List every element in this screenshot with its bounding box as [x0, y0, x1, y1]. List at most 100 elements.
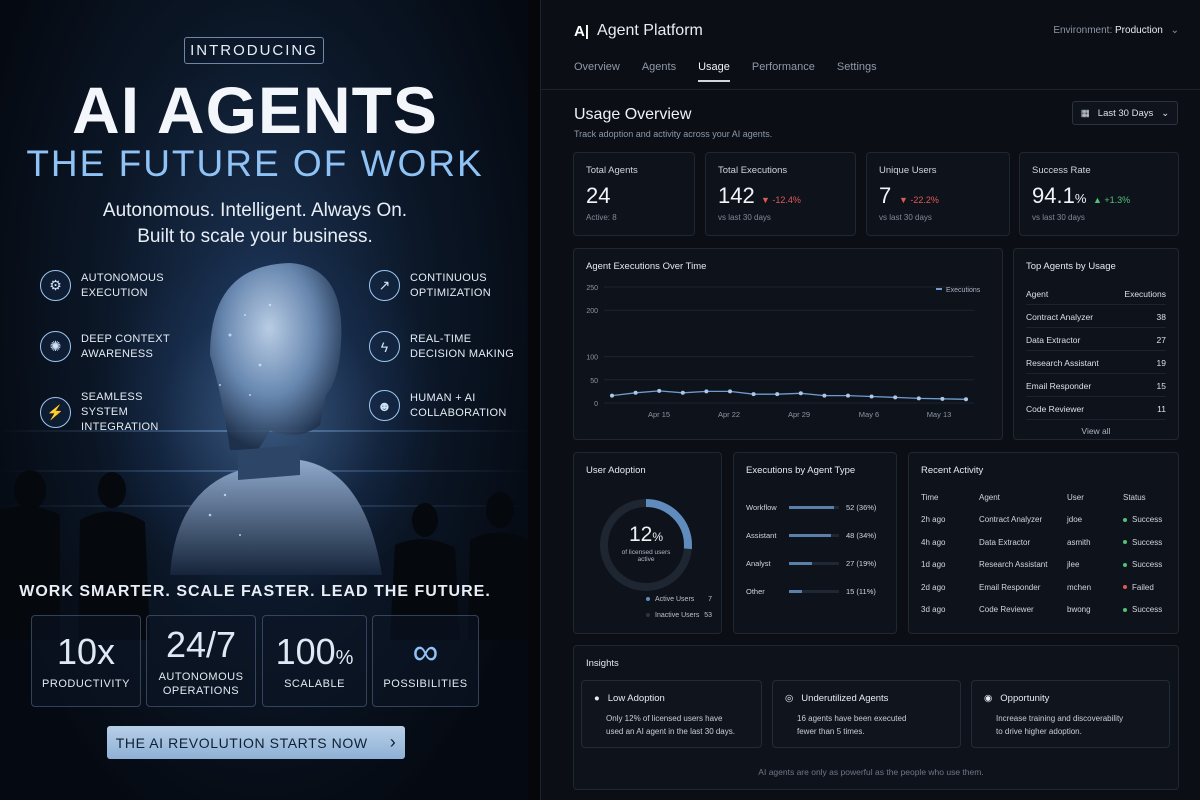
data-point — [610, 393, 614, 398]
card-title: Insights — [586, 658, 619, 669]
legend-swatch — [646, 597, 650, 602]
kpi-unit: % — [1074, 191, 1087, 206]
tagline-line-1: Autonomous. Intelligent. Always On. — [102, 200, 408, 221]
table-row[interactable]: Contract Analyzer 38 — [1026, 312, 1166, 328]
type-name: Workflow — [746, 503, 777, 512]
stat-label: SCALABLE — [284, 678, 345, 690]
plug-icon: ⚡ — [40, 397, 71, 428]
tab-overview[interactable]: Overview — [574, 61, 620, 82]
adoption-caption: active — [637, 556, 655, 563]
data-point — [680, 390, 685, 395]
feature-label: REAL-TIME — [410, 332, 472, 345]
status-dot-icon — [1123, 540, 1127, 545]
app-title: Agent Platform — [597, 22, 703, 39]
screenshot-root: INTRODUCING AI AGENTS THE FUTURE OF WORK… — [0, 0, 1200, 800]
y-tick-label: 0 — [594, 401, 598, 408]
agent-name: Email Responder — [1026, 381, 1092, 391]
stat-scalable: 100% SCALABLE — [262, 615, 367, 707]
x-tick-label: May 13 — [927, 410, 952, 419]
stat-label: AUTONOMOUS — [158, 671, 244, 683]
activity-row[interactable]: 4h ago Data Extractor asmith Success — [921, 538, 1166, 552]
feature-label: AUTONOMOUS — [81, 271, 164, 284]
chevron-down-icon: ⌄ — [1170, 25, 1179, 36]
feature-label: INTEGRATION — [81, 421, 159, 433]
intro-badge: INTRODUCING — [184, 37, 324, 64]
page-title: Usage Overview — [574, 106, 692, 123]
kpi-value: 24 — [586, 183, 611, 208]
type-bar — [789, 562, 812, 565]
data-point — [869, 394, 874, 399]
user-icon: ● — [594, 693, 600, 704]
activity-agent: Data Extractor — [979, 537, 1031, 547]
view-all-link[interactable]: View all — [1014, 426, 1178, 436]
feature-label: CONTINUOUS — [410, 271, 487, 284]
stat-productivity: 10x PRODUCTIVITY — [31, 615, 141, 707]
activity-time: 3d ago — [921, 605, 946, 614]
type-name: Assistant — [746, 531, 777, 540]
data-point — [940, 396, 945, 401]
top-agents-card: Top Agents by Usage Agent Executions Con… — [1013, 248, 1179, 440]
bolt-icon: ϟ — [369, 331, 400, 362]
type-value-label: 27 (19%) — [846, 559, 877, 568]
table-row[interactable]: Data Extractor 27 — [1026, 335, 1166, 351]
feature-label: EXECUTION — [81, 286, 148, 299]
date-range-selector[interactable]: ▦ Last 30 Days ⌄ — [1072, 101, 1178, 125]
activity-row[interactable]: 2d ago Email Responder mchen Failed — [921, 583, 1166, 597]
table-row[interactable]: Email Responder 15 — [1026, 381, 1166, 397]
y-tick-label: 250 — [586, 285, 598, 292]
table-header: Agent Executions — [1026, 289, 1166, 305]
environment-selector[interactable]: Environment: Production ⌄ — [1053, 25, 1179, 36]
type-bar-track — [789, 534, 839, 537]
tagline-line-2: Built to scale your business. — [137, 226, 373, 247]
type-bar-row: Analyst 27 (19%) — [746, 559, 886, 568]
kpi-label: Total Agents — [586, 165, 638, 176]
feature-label: OPTIMIZATION — [410, 286, 492, 299]
activity-row[interactable]: 2h ago Contract Analyzer jdoe Success — [921, 515, 1166, 529]
activity-time: 2h ago — [921, 515, 946, 524]
recent-activity-card: Recent Activity Time Agent User Status 2… — [908, 452, 1179, 634]
kpi-subtext: vs last 30 days — [718, 213, 771, 222]
activity-agent: Research Assistant — [979, 560, 1048, 569]
data-point — [657, 388, 662, 393]
x-tick-label: Apr 15 — [648, 410, 670, 419]
tab-agents[interactable]: Agents — [642, 61, 676, 82]
hero-subtitle: THE FUTURE OF WORK — [26, 143, 484, 184]
data-point — [822, 393, 827, 398]
status-badge: Success — [1132, 537, 1163, 547]
column-header: User — [1067, 493, 1084, 502]
activity-user: jdoe — [1067, 515, 1083, 524]
column-header: Status — [1123, 493, 1146, 502]
activity-user: mchen — [1067, 582, 1092, 592]
status-dot-icon — [1123, 585, 1127, 590]
activity-agent: Code Reviewer — [979, 605, 1034, 614]
chart-icon: ↗ — [369, 270, 400, 301]
y-tick-label: 100 — [586, 355, 598, 362]
activity-row[interactable]: 1d ago Research Assistant jlee Success — [921, 560, 1166, 574]
executions-by-type-card: Executions by Agent Type Workflow 52 (36… — [733, 452, 897, 634]
cta-button[interactable]: THE AI REVOLUTION STARTS NOW › — [107, 726, 405, 759]
brand: A| Agent Platform — [574, 22, 703, 40]
tab-bar: Overview Agents Usage Performance Settin… — [574, 61, 877, 82]
data-point — [728, 389, 732, 394]
agent-name: Research Assistant — [1026, 358, 1099, 368]
executions-chart-card: Agent Executions Over Time 250 200 100 50 0 A… — [573, 248, 1003, 440]
activity-row[interactable]: 3d ago Code Reviewer bwong Success — [921, 605, 1166, 619]
legend-value: 53 — [704, 612, 712, 619]
data-point — [916, 396, 921, 401]
type-bar-row: Workflow 52 (36%) — [746, 503, 886, 512]
feature-label: DEEP CONTEXT — [81, 332, 170, 345]
tab-settings[interactable]: Settings — [837, 61, 877, 82]
dashboard-window: A| Agent Platform Environment: Productio… — [540, 0, 1200, 800]
data-point — [846, 393, 850, 398]
series-line-executions — [611, 390, 967, 400]
tab-usage[interactable]: Usage — [698, 61, 730, 82]
table-row[interactable]: Research Assistant 19 — [1026, 358, 1166, 374]
type-bar-track — [789, 506, 839, 509]
env-value: Production — [1115, 25, 1163, 36]
x-tick-label: May 6 — [859, 410, 879, 419]
table-row[interactable]: Code Reviewer 11 — [1026, 404, 1166, 420]
adoption-caption: of licensed users — [621, 549, 671, 556]
tab-performance[interactable]: Performance — [752, 61, 815, 82]
promo-poster: INTRODUCING AI AGENTS THE FUTURE OF WORK… — [0, 0, 528, 800]
agent-executions: 27 — [1156, 335, 1166, 345]
